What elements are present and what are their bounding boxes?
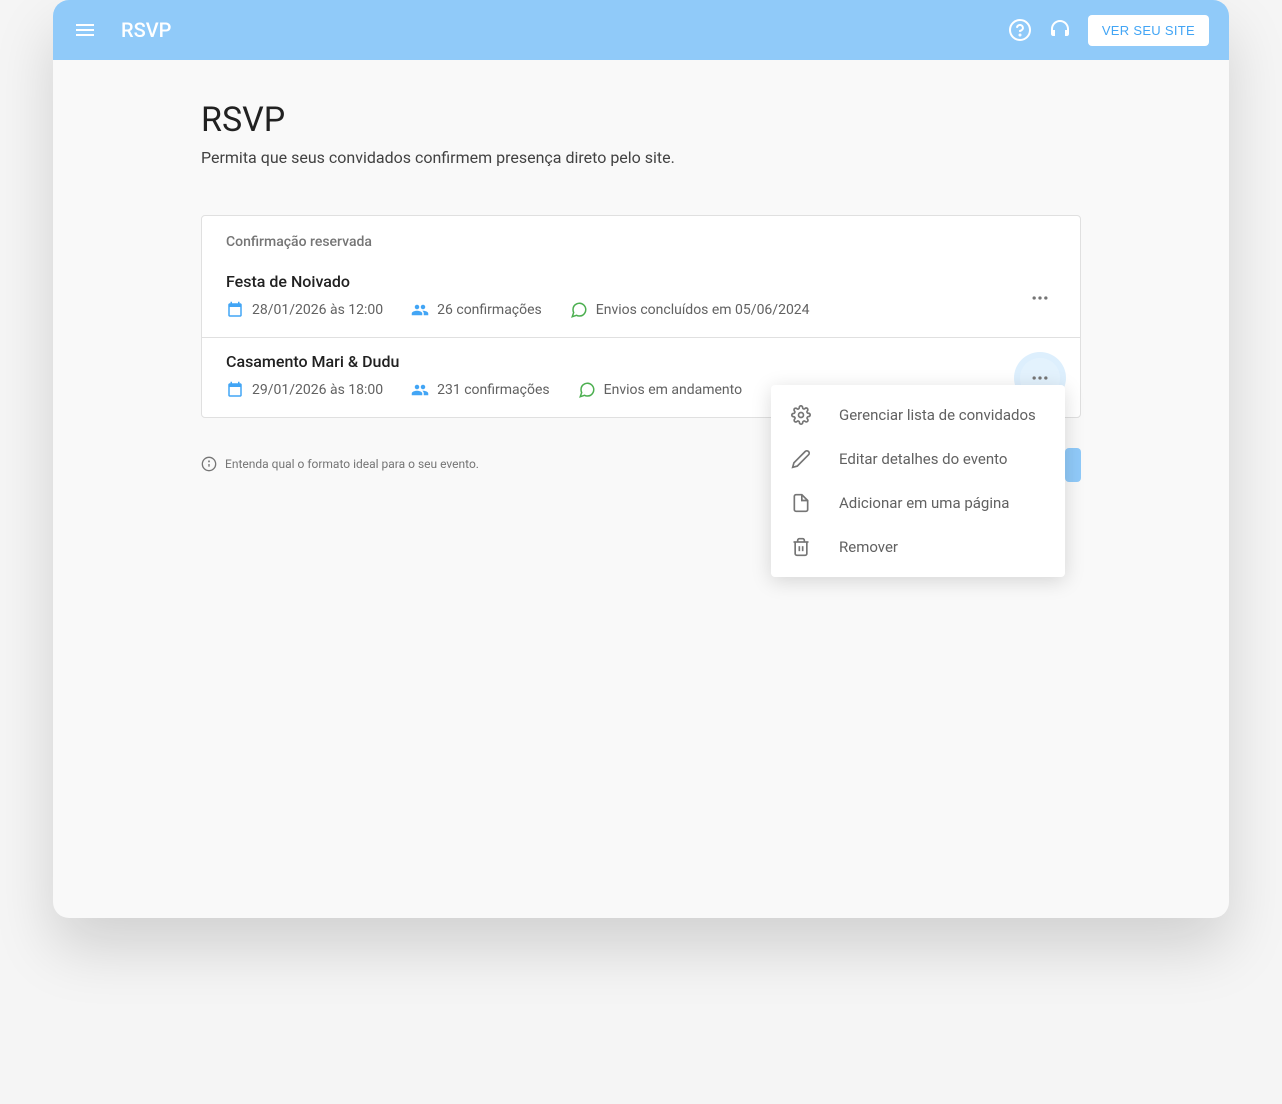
menu-item-edit-details[interactable]: Editar detalhes do evento (771, 437, 1065, 481)
event-status-text: Envios em andamento (604, 382, 742, 398)
topbar-title: RSVP (121, 18, 171, 42)
event-confirmations-meta: 231 confirmações (411, 381, 549, 399)
app-window: RSVP VER SEU SITE RSVP Permita que seus … (53, 0, 1229, 918)
page-title: RSVP (201, 100, 1081, 140)
hamburger-menu-icon[interactable] (73, 18, 97, 42)
event-date-meta: 28/01/2026 às 12:00 (226, 301, 383, 319)
gear-icon (791, 405, 811, 425)
support-agent-icon[interactable] (1048, 18, 1072, 42)
whatsapp-icon (570, 301, 588, 319)
event-date-text: 29/01/2026 às 18:00 (252, 382, 383, 398)
topbar: RSVP VER SEU SITE (53, 0, 1229, 60)
event-title: Festa de Noivado (226, 272, 1056, 291)
people-icon (411, 381, 429, 399)
event-confirmations-text: 231 confirmações (437, 382, 549, 398)
file-icon (791, 493, 811, 513)
event-more-button[interactable] (1020, 278, 1060, 318)
hidden-action-button[interactable] (1065, 448, 1081, 482)
event-date-meta: 29/01/2026 às 18:00 (226, 381, 383, 399)
calendar-icon (226, 301, 244, 319)
menu-item-label: Gerenciar lista de convidados (839, 406, 1036, 424)
event-title: Casamento Mari & Dudu (226, 352, 1056, 371)
event-status-text: Envios concluídos em 05/06/2024 (596, 302, 810, 318)
menu-item-label: Adicionar em uma página (839, 494, 1009, 512)
card-header: Confirmação reservada (202, 216, 1080, 258)
menu-item-label: Remover (839, 538, 898, 556)
more-horizontal-icon (1030, 288, 1050, 308)
whatsapp-icon (578, 381, 596, 399)
event-status-meta: Envios em andamento (578, 381, 742, 399)
calendar-icon (226, 381, 244, 399)
event-row[interactable]: Festa de Noivado 28/01/2026 às 12:00 26 … (202, 258, 1080, 338)
trash-icon (791, 537, 811, 557)
menu-item-manage-guests[interactable]: Gerenciar lista de convidados (771, 393, 1065, 437)
event-confirmations-text: 26 confirmações (437, 302, 542, 318)
people-icon (411, 301, 429, 319)
menu-item-remove[interactable]: Remover (771, 525, 1065, 569)
event-confirmations-meta: 26 confirmações (411, 301, 542, 319)
event-date-text: 28/01/2026 às 12:00 (252, 302, 383, 318)
menu-item-add-to-page[interactable]: Adicionar em uma página (771, 481, 1065, 525)
info-icon (201, 456, 217, 472)
page-subtitle: Permita que seus convidados confirmem pr… (201, 148, 1081, 167)
menu-item-label: Editar detalhes do evento (839, 450, 1008, 468)
event-meta: 28/01/2026 às 12:00 26 confirmações Envi… (226, 301, 1056, 319)
pencil-icon (791, 449, 811, 469)
help-icon[interactable] (1008, 18, 1032, 42)
event-status-meta: Envios concluídos em 05/06/2024 (570, 301, 810, 319)
footer-hint-text: Entenda qual o formato ideal para o seu … (225, 457, 479, 471)
event-context-menu: Gerenciar lista de convidados Editar det… (771, 385, 1065, 577)
ver-site-button[interactable]: VER SEU SITE (1088, 15, 1209, 46)
